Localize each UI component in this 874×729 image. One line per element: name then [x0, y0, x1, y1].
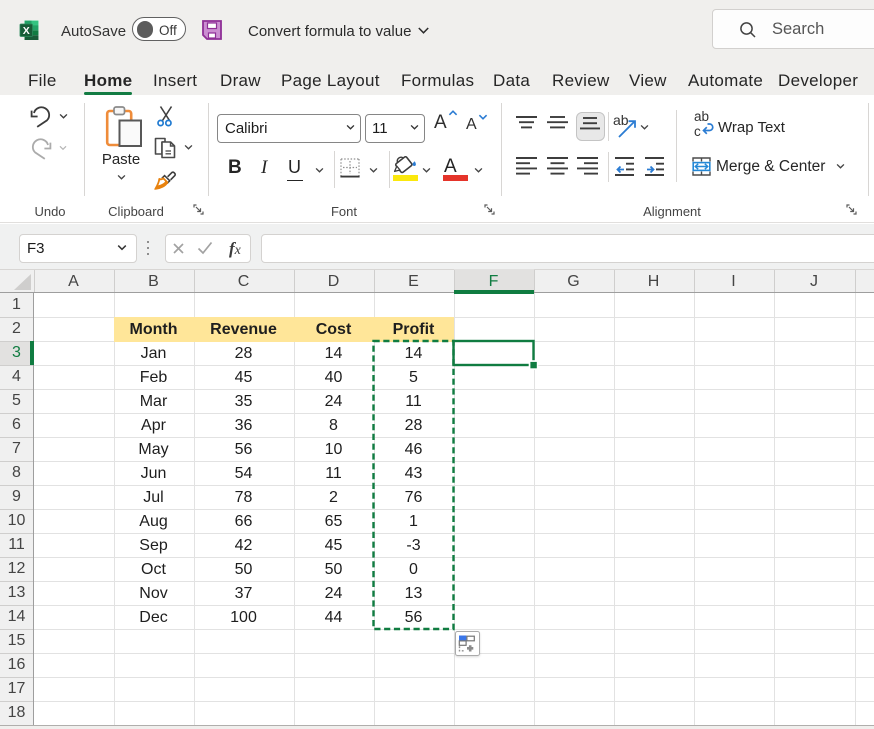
svg-text:X: X [23, 25, 30, 37]
